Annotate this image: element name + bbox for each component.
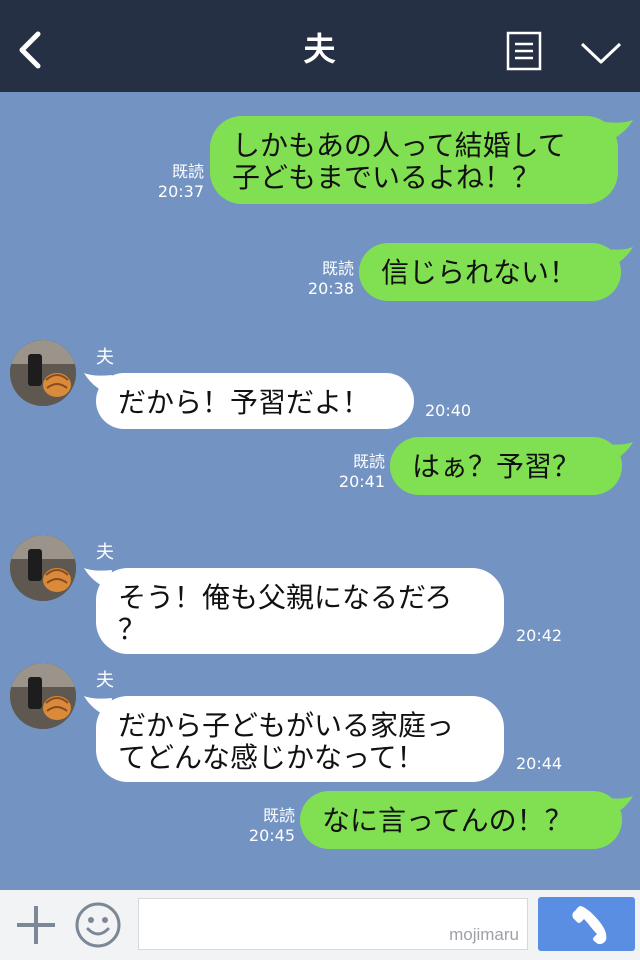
message-time: 20:44 — [516, 754, 563, 773]
message-bubble[interactable]: しかもあの人って結婚して 子どもまでいるよね！？ — [210, 116, 618, 204]
avatar[interactable] — [10, 663, 76, 729]
message-line: 子どもまでいるよね！？ — [232, 161, 541, 194]
message-bubble[interactable]: そう！俺も父親になるだろ ？ — [96, 568, 504, 654]
message-line: はぁ？予習？ — [412, 450, 581, 483]
message-bubble[interactable]: はぁ？予習？ — [390, 437, 622, 495]
read-receipt: 既読 — [352, 452, 385, 471]
message-time: 20:41 — [338, 472, 385, 491]
message-line: だから！予習だよ！ — [118, 386, 371, 419]
message-time: 20:45 — [248, 826, 295, 845]
sender-name: 夫 — [96, 347, 114, 368]
call-button[interactable] — [538, 897, 635, 951]
message-time: 20:40 — [425, 401, 472, 420]
received-message: 夫 だから！予習だよ！ 20:40 — [0, 337, 640, 437]
message-meta: 既読 20:37 — [140, 162, 204, 202]
message-line: しかもあの人って結婚して — [232, 129, 566, 162]
read-receipt: 既読 — [171, 162, 204, 181]
plus-icon[interactable] — [14, 903, 58, 947]
emoji-smiley-icon[interactable] — [74, 901, 122, 949]
avatar[interactable] — [10, 340, 76, 406]
message-input[interactable]: mojimaru — [138, 898, 528, 950]
received-message: 夫 だから子どもがいる家庭っ てどんな感じかなって！ 20:44 — [0, 660, 640, 790]
message-bubble[interactable]: 信じられない！ — [359, 243, 621, 301]
message-time: 20:38 — [307, 279, 354, 298]
message-time: 20:42 — [516, 626, 563, 645]
avatar-photo-icon — [10, 535, 76, 601]
sent-message: 信じられない！ 既読 20:38 — [0, 237, 640, 307]
received-message: 夫 そう！俺も父親になるだろ ？ 20:42 — [0, 532, 640, 662]
message-line: だから子どもがいる家庭っ — [118, 709, 455, 742]
read-receipt: 既読 — [321, 259, 354, 278]
avatar-photo-icon — [10, 663, 76, 729]
chevron-down-icon[interactable] — [580, 40, 622, 66]
message-meta: 既読 20:38 — [290, 259, 354, 299]
message-line: 信じられない！ — [381, 256, 578, 289]
sender-name: 夫 — [96, 670, 114, 691]
phone-icon — [572, 906, 607, 944]
message-bubble[interactable]: だから子どもがいる家庭っ てどんな感じかなって！ — [96, 696, 504, 782]
message-line: なに言ってんの！？ — [322, 804, 573, 837]
sent-message: はぁ？予習？ 既読 20:41 — [0, 432, 640, 502]
sent-message: なに言ってんの！？ 既読 20:45 — [0, 786, 640, 856]
chat-title: 夫 — [303, 30, 337, 68]
read-receipt: 既読 — [262, 806, 295, 825]
sent-message: しかもあの人って結婚して 子どもまでいるよね！？ 既読 20:37 — [0, 92, 640, 212]
message-line: てどんな感じかなって！ — [118, 741, 425, 774]
watermark-text: mojimaru — [449, 925, 519, 944]
message-time: 20:37 — [157, 182, 204, 201]
message-line: ？ — [118, 613, 147, 646]
avatar-photo-icon — [10, 340, 76, 406]
avatar[interactable] — [10, 535, 76, 601]
message-meta: 既読 20:41 — [321, 452, 385, 492]
list-menu-icon[interactable] — [506, 31, 542, 71]
chat-header: 夫 — [0, 0, 640, 92]
message-list: しかもあの人って結婚して 子どもまでいるよね！？ 既読 20:37 信じられない… — [0, 92, 640, 890]
message-line: そう！俺も父親になるだろ — [118, 581, 453, 614]
message-bubble[interactable]: なに言ってんの！？ — [300, 791, 622, 849]
message-meta: 既読 20:45 — [231, 806, 295, 846]
message-bubble[interactable]: だから！予習だよ！ — [96, 373, 414, 429]
sender-name: 夫 — [96, 542, 114, 563]
